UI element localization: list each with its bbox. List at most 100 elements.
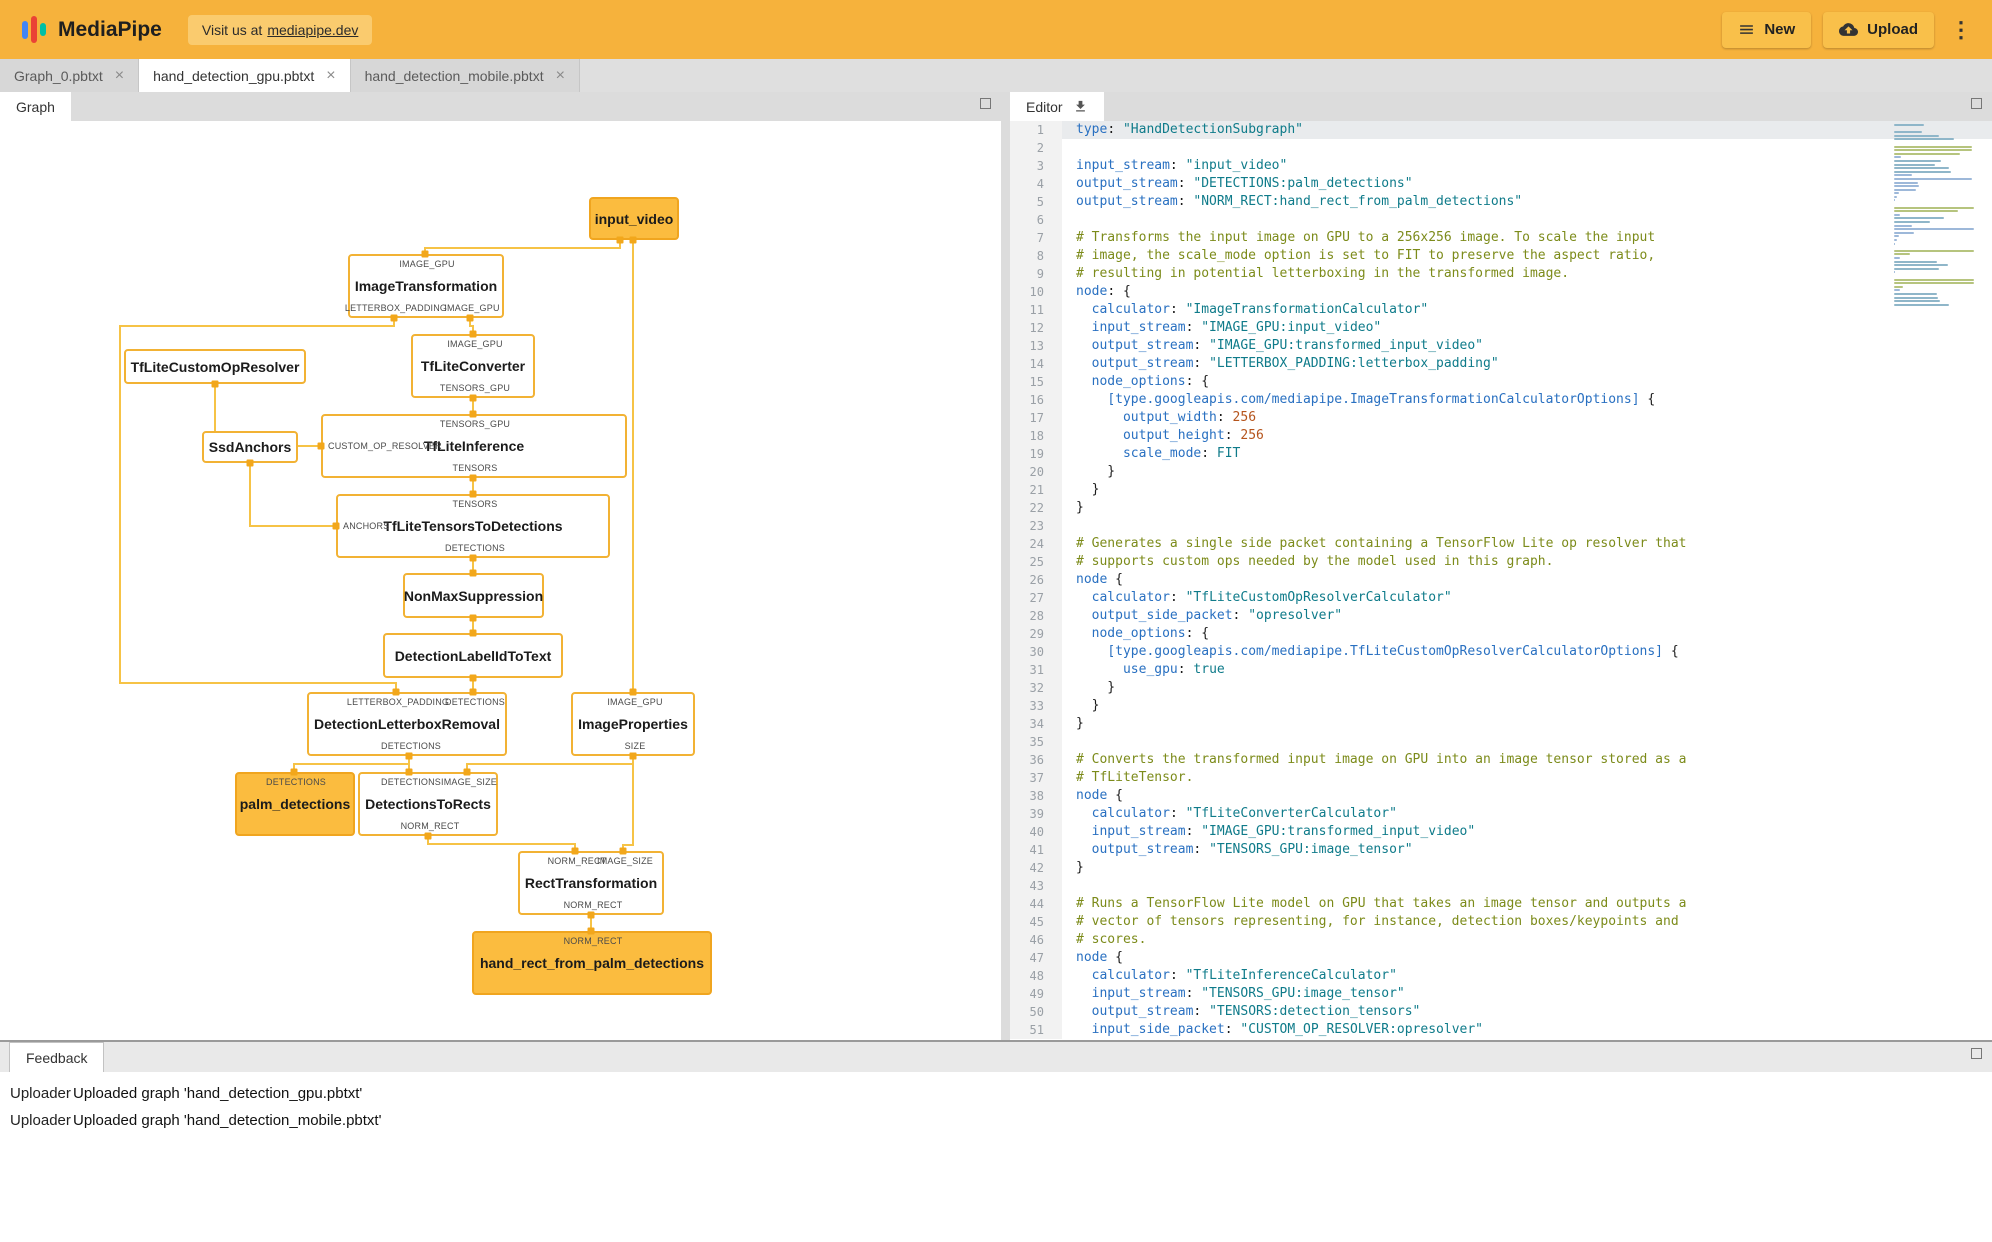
code-line[interactable]: 9 # resulting in potential letterboxing i… — [1010, 265, 1992, 283]
line-number: 8 — [1010, 247, 1062, 265]
code-line[interactable]: 14 output_stream: "LETTERBOX_PADDING:let… — [1010, 355, 1992, 373]
code-line[interactable]: 41 output_stream: "TENSORS_GPU:image_ten… — [1010, 841, 1992, 859]
graph-node-TfLiteCustomOpResolver[interactable]: TfLiteCustomOpResolver — [124, 349, 306, 384]
graph-node-DetectionLabelIdToText[interactable]: DetectionLabelIdToText — [383, 633, 563, 678]
graph-node-title: SsdAnchors — [208, 439, 292, 455]
code-line[interactable]: 15 node_options: { — [1010, 373, 1992, 391]
visit-link-box[interactable]: Visit us at mediapipe.dev — [187, 14, 373, 45]
code-text: } — [1076, 482, 1100, 497]
code-line[interactable]: 37 # TfLiteTensor. — [1010, 769, 1992, 787]
code-line[interactable]: 23 — [1010, 517, 1992, 535]
code-line[interactable]: 16 [type.googleapis.com/mediapipe.ImageT… — [1010, 391, 1992, 409]
code-line[interactable]: 18 output_height: 256 — [1010, 427, 1992, 445]
code-line[interactable]: 12 input_stream: "IMAGE_GPU:input_video" — [1010, 319, 1992, 337]
code-line[interactable]: 49 input_stream: "TENSORS_GPU:image_tens… — [1010, 985, 1992, 1003]
visit-link[interactable]: mediapipe.dev — [267, 22, 358, 38]
minimap-line — [1894, 170, 1951, 173]
close-tab-icon[interactable]: × — [556, 67, 565, 84]
code-line[interactable]: 36 # Converts the transformed input image… — [1010, 751, 1992, 769]
code-line[interactable]: 1 type: "HandDetectionSubgraph" — [1010, 121, 1992, 139]
code-line[interactable]: 45 # vector of tensors representing, for … — [1010, 913, 1992, 931]
code-line[interactable]: 17 output_width: 256 — [1010, 409, 1992, 427]
graph-node-input_video[interactable]: input_video — [589, 197, 679, 240]
more-options-icon[interactable]: ⋮ — [1946, 17, 1976, 43]
code-line[interactable]: 27 calculator: "TfLiteCustomOpResolverCa… — [1010, 589, 1992, 607]
code-line[interactable]: 13 output_stream: "IMAGE_GPU:transformed… — [1010, 337, 1992, 355]
code-line[interactable]: 2 — [1010, 139, 1992, 157]
graph-node-ImageProperties[interactable]: ImageProperties IMAGE_GPU SIZE — [571, 692, 695, 756]
code-line[interactable]: 48 calculator: "TfLiteInferenceCalculato… — [1010, 967, 1992, 985]
graph-node-SsdAnchors[interactable]: SsdAnchors — [202, 431, 298, 463]
code-line[interactable]: 20 } — [1010, 463, 1992, 481]
graph-port-label: TENSORS — [452, 463, 498, 473]
code-editor[interactable]: 1 type: "HandDetectionSubgraph" 2 3 input_st… — [1010, 121, 1992, 1040]
graph-node-TfLiteConverter[interactable]: TfLiteConverter IMAGE_GPU TENSORS_GPU — [411, 334, 535, 398]
code-line[interactable]: 8 # image, the scale_mode option is set t… — [1010, 247, 1992, 265]
code-line[interactable]: 11 calculator: "ImageTransformationCalcu… — [1010, 301, 1992, 319]
code-line[interactable]: 22} — [1010, 499, 1992, 517]
code-line[interactable]: 7 # Transforms the input image on GPU to … — [1010, 229, 1992, 247]
editor-tab[interactable]: Editor — [1010, 92, 1104, 121]
code-line[interactable]: 31 use_gpu: true — [1010, 661, 1992, 679]
code-line[interactable]: 40 input_stream: "IMAGE_GPU:transformed_… — [1010, 823, 1992, 841]
code-line[interactable]: 28 output_side_packet: "opresolver" — [1010, 607, 1992, 625]
graph-node-title: input_video — [594, 210, 674, 227]
code-line[interactable]: 19 scale_mode: FIT — [1010, 445, 1992, 463]
code-line[interactable]: 39 calculator: "TfLiteConverterCalculato… — [1010, 805, 1992, 823]
line-number: 45 — [1010, 913, 1062, 931]
graph-node-ImageTransformation[interactable]: ImageTransformation IMAGE_GPU LETTERBOX_PA… — [345, 254, 504, 318]
new-button[interactable]: New — [1722, 11, 1812, 48]
close-tab-icon[interactable]: × — [115, 67, 124, 84]
expand-graph-panel-icon[interactable] — [980, 98, 991, 109]
code-line[interactable]: 46 # scores. — [1010, 931, 1992, 949]
minimap-line — [1894, 177, 1972, 180]
code-line[interactable]: 34} — [1010, 715, 1992, 733]
expand-editor-panel-icon[interactable] — [1971, 98, 1982, 109]
code-line[interactable]: 44 # Runs a TensorFlow Lite model on GPU … — [1010, 895, 1992, 913]
code-line[interactable]: 5 output_stream: "NORM_RECT:hand_rect_fro… — [1010, 193, 1992, 211]
download-icon[interactable] — [1073, 99, 1088, 114]
feedback-tab[interactable]: Feedback — [9, 1042, 105, 1072]
code-line[interactable]: 51 input_side_packet: "CUSTOM_OP_RESOLVE… — [1010, 1021, 1992, 1039]
graph-port-label: CUSTOM_OP_RESOLVER — [328, 441, 442, 451]
editor-minimap[interactable] — [1894, 124, 1978, 307]
graph-node-DetectionsToRects[interactable]: DetectionsToRects DETECTIONS IMAGE_SIZE NOR… — [358, 772, 498, 836]
graph-node-hand_rect_from_palm_detections[interactable]: hand_rect_from_palm_detections NORM_RECT — [472, 931, 712, 995]
code-line[interactable]: 50 output_stream: "TENSORS:detection_ten… — [1010, 1003, 1992, 1021]
code-line[interactable]: 35 — [1010, 733, 1992, 751]
code-line[interactable]: 47 node { — [1010, 949, 1992, 967]
code-line[interactable]: 33 } — [1010, 697, 1992, 715]
line-number: 38 — [1010, 787, 1062, 805]
code-line[interactable]: 29 node_options: { — [1010, 625, 1992, 643]
file-tab-bar: Graph_0.pbtxt × hand_detection_gpu.pbtxt × h… — [0, 59, 1992, 92]
file-tab[interactable]: hand_detection_mobile.pbtxt × — [350, 59, 580, 92]
upload-button[interactable]: Upload — [1823, 11, 1934, 48]
graph-node-palm_detections[interactable]: palm_detections DETECTIONS — [235, 772, 355, 836]
code-line[interactable]: 21 } — [1010, 481, 1992, 499]
line-number: 18 — [1010, 427, 1062, 445]
graph-node-NonMaxSuppression[interactable]: NonMaxSuppression — [403, 573, 544, 618]
graph-node-DetectionLetterboxRemoval[interactable]: DetectionLetterboxRemoval LETTERBOX_PADDI… — [307, 692, 507, 756]
code-line[interactable]: 42} — [1010, 859, 1992, 877]
code-line[interactable]: 32 } — [1010, 679, 1992, 697]
expand-feedback-panel-icon[interactable] — [1971, 1048, 1982, 1059]
code-line[interactable]: 25 # supports custom ops needed by the mo… — [1010, 553, 1992, 571]
code-line[interactable]: 4 output_stream: "DETECTIONS:palm_detecti… — [1010, 175, 1992, 193]
close-tab-icon[interactable]: × — [326, 67, 335, 84]
file-tab[interactable]: hand_detection_gpu.pbtxt × — [139, 59, 351, 92]
code-line[interactable]: 26 node { — [1010, 571, 1992, 589]
graph-node-RectTransformation[interactable]: RectTransformation NORM_RECT IMAGE_SIZE NOR… — [518, 851, 664, 915]
line-number: 47 — [1010, 949, 1062, 967]
graph-node-TfLiteTensorsToDetections[interactable]: TfLiteTensorsToDetections TENSORS DETECTIO… — [336, 494, 610, 558]
code-line[interactable]: 24 # Generates a single side packet conta… — [1010, 535, 1992, 553]
code-line[interactable]: 38 node { — [1010, 787, 1992, 805]
graph-node-TfLiteInference[interactable]: TfLiteInference TENSORS_GPU TENSORS CUSTOM_… — [321, 414, 627, 478]
graph-tab[interactable]: Graph — [0, 92, 71, 121]
code-line[interactable]: 6 — [1010, 211, 1992, 229]
code-line[interactable]: 30 [type.googleapis.com/mediapipe.TfLite… — [1010, 643, 1992, 661]
graph-canvas[interactable]: input_video ImageTransformation IMAGE_GPU L… — [0, 121, 1001, 1040]
code-line[interactable]: 3 input_stream: "input_video" — [1010, 157, 1992, 175]
code-line[interactable]: 10 node: { — [1010, 283, 1992, 301]
file-tab[interactable]: Graph_0.pbtxt × — [0, 59, 140, 92]
code-line[interactable]: 43 — [1010, 877, 1992, 895]
